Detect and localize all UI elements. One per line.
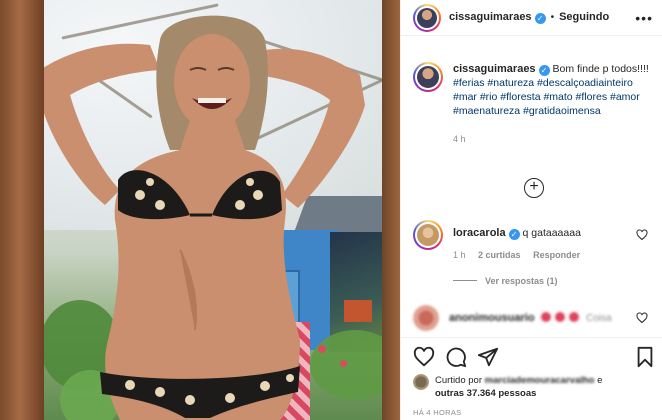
post-timestamp[interactable]: HÁ 4 HORAS: [413, 408, 461, 417]
heart-emoji-icon: [541, 312, 552, 322]
blurred-comment-body: Coisa: [586, 313, 612, 324]
bookmark-icon[interactable]: [635, 346, 655, 368]
liked-by: Curtido por marciademouracarvalho e outr…: [413, 374, 653, 400]
author-avatar[interactable]: [413, 3, 441, 32]
photo-person: [40, 15, 365, 420]
liked-by-user[interactable]: marciademouracarvalho: [485, 375, 595, 386]
post-photo[interactable]: [0, 0, 400, 420]
comment-icon[interactable]: [445, 346, 467, 368]
more-horizontal-icon[interactable]: •••: [635, 10, 653, 26]
send-icon[interactable]: [477, 346, 499, 368]
liked-by-middle: e: [597, 375, 603, 386]
caption: cissaguimaraes ✓ Bom finde p todos!!!! #f…: [413, 62, 653, 146]
dot-separator: •: [550, 12, 555, 23]
verified-badge-icon: ✓: [508, 229, 520, 240]
liked-by-prefix: Curtido por: [435, 375, 482, 386]
blurred-comment: anonimousuario Coisa: [413, 305, 653, 331]
caption-time: 4 h: [453, 134, 466, 144]
comment-likes-count[interactable]: 2 curtidas: [478, 250, 521, 260]
verified-badge-icon: ✓: [538, 65, 550, 76]
photo-wooden-post: [0, 0, 44, 420]
caption-author-avatar[interactable]: [413, 62, 443, 92]
comment-like-heart-icon[interactable]: [636, 312, 648, 324]
view-replies-button[interactable]: Ver respostas (1): [453, 276, 558, 286]
comment-text: q gataaaaaa: [522, 227, 581, 239]
post-header: cissaguimaraes ✓ • Seguindo •••: [401, 0, 662, 36]
heart-emoji-icon: [569, 312, 580, 322]
view-replies-label: Ver respostas (1): [485, 276, 558, 286]
reply-button[interactable]: Responder: [533, 250, 580, 260]
post-side-panel: cissaguimaraes ✓ • Seguindo ••• cissaguimar…: [400, 0, 662, 420]
actions-divider: [401, 337, 662, 338]
caption-author-username[interactable]: cissaguimaraes: [453, 63, 536, 75]
heart-icon[interactable]: [413, 346, 435, 368]
blurred-comment-avatar[interactable]: [413, 305, 439, 331]
comment-like-heart-icon[interactable]: [636, 229, 648, 241]
liked-by-text: Curtido por marciademouracarvalho e outr…: [435, 374, 602, 400]
comment-text-block: loracarola ✓ q gataaaaaa: [453, 226, 581, 250]
action-bar: [413, 346, 655, 368]
blurred-comment-username[interactable]: anonimousuario: [449, 312, 535, 324]
likes-count[interactable]: outras 37.364 pessoas: [435, 388, 536, 399]
comment-author-avatar[interactable]: [413, 220, 443, 250]
author-line: cissaguimaraes ✓ • Seguindo: [449, 11, 609, 24]
comment-item: loracarola ✓ q gataaaaaa: [413, 220, 653, 250]
blurred-comment-text: anonimousuario Coisa: [449, 312, 612, 324]
verified-badge-icon: ✓: [534, 13, 546, 24]
heart-emoji-icon: [555, 312, 566, 322]
comment-meta: 1 h 2 curtidas Responder: [453, 250, 590, 260]
liked-by-avatar[interactable]: [413, 374, 429, 390]
comment-author-username[interactable]: loracarola: [453, 227, 506, 239]
plus-circle-icon[interactable]: +: [524, 178, 544, 198]
author-username[interactable]: cissaguimaraes: [449, 11, 532, 23]
caption-text-block: cissaguimaraes ✓ Bom finde p todos!!!! #f…: [453, 62, 653, 146]
replies-line: [453, 280, 477, 281]
following-button[interactable]: Seguindo: [559, 11, 609, 23]
comment-time: 1 h: [453, 250, 466, 260]
caption-text: Bom finde p todos!!!!: [552, 63, 649, 75]
photo-wooden-post: [382, 0, 400, 420]
caption-hashtags[interactable]: #ferias #natureza #descalçoadiainteiro #…: [453, 77, 640, 117]
